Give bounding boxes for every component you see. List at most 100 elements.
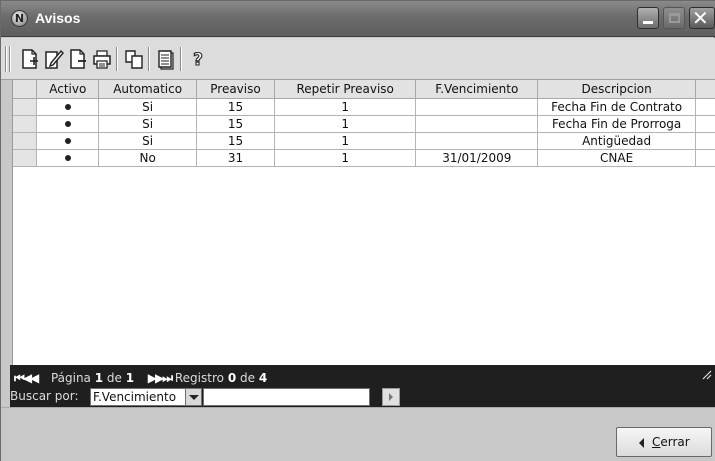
search-go-button[interactable]: [382, 388, 400, 406]
cell-repetir-preaviso[interactable]: 1: [274, 149, 417, 167]
search-field-value: F.Vencimiento: [93, 390, 177, 404]
avisos-window: N Avisos ✕ ? Activo Automatico Preaviso …: [0, 0, 715, 461]
column-header-automatico[interactable]: Automatico: [98, 80, 198, 99]
navigation-bar: ⏮◀◀ Página 1 de 1 ▶▶⏭ Registro 0 de 4 Bu…: [10, 365, 715, 407]
cell-f-vencimiento[interactable]: [415, 132, 539, 150]
edit-document-icon: [45, 49, 64, 69]
chevron-down-icon[interactable]: [185, 389, 201, 405]
cell-f-vencimiento[interactable]: 31/01/2009: [415, 149, 539, 167]
cell-descripcion[interactable]: CNAE: [537, 149, 697, 167]
active-dot-icon: [64, 121, 71, 127]
total-pages: 1: [125, 371, 135, 385]
list-button[interactable]: [155, 47, 177, 71]
column-header-f-vencimiento[interactable]: F.Vencimiento: [415, 80, 539, 99]
new-document-icon: [22, 49, 38, 69]
record-of-label: de: [240, 371, 255, 385]
cell-preaviso[interactable]: 15: [196, 98, 275, 116]
cerrar-label: Cerrar: [652, 435, 690, 449]
cell-activo[interactable]: [36, 115, 100, 133]
toolbar-separator: [148, 47, 150, 71]
table-row[interactable]: No 31 1 31/01/2009 CNAE: [13, 149, 715, 167]
search-input[interactable]: [203, 388, 370, 406]
current-page: 1: [94, 371, 104, 385]
cell-repetir-preaviso[interactable]: 1: [274, 98, 417, 116]
cell-descripcion[interactable]: Fecha Fin de Contrato: [537, 98, 697, 116]
pager-line: ⏮◀◀ Página 1 de 1 ▶▶⏭ Registro 0 de 4: [14, 371, 267, 386]
row-indicator[interactable]: [13, 149, 38, 167]
toolbar-grip[interactable]: [5, 46, 7, 72]
row-indicator-header: [13, 80, 38, 99]
minimize-button[interactable]: [637, 7, 659, 29]
print-icon: [93, 50, 111, 69]
cell-automatico[interactable]: No: [98, 149, 198, 167]
table-row[interactable]: Si 15 1 Antigüedad: [13, 132, 715, 150]
row-indicator[interactable]: [13, 98, 38, 116]
active-dot-icon: [64, 104, 71, 110]
cell-automatico[interactable]: Si: [98, 98, 198, 116]
print-button[interactable]: [91, 47, 113, 71]
row-indicator[interactable]: [13, 132, 38, 150]
previous-page-icon[interactable]: ◀◀: [23, 371, 40, 385]
search-field-select[interactable]: F.Vencimiento: [90, 388, 202, 406]
record-label: Registro: [174, 371, 224, 385]
row-indicator[interactable]: [13, 115, 38, 133]
copy-icon: [125, 50, 143, 69]
search-label: Buscar por:: [10, 389, 79, 403]
new-record-button[interactable]: [19, 47, 41, 71]
page-label: Página: [50, 371, 91, 385]
table-row[interactable]: Si 15 1 Fecha Fin de Contrato: [13, 98, 715, 116]
help-icon: ?: [193, 49, 204, 70]
cell-preaviso[interactable]: 15: [196, 132, 275, 150]
title-bar[interactable]: N Avisos ✕: [1, 1, 715, 37]
help-button[interactable]: ?: [187, 47, 209, 71]
delete-document-icon: [70, 49, 86, 69]
current-record: 0: [227, 371, 237, 385]
filler-cell: [695, 132, 715, 150]
resize-grip-icon[interactable]: [702, 370, 712, 380]
first-page-icon[interactable]: ⏮: [14, 371, 25, 385]
cell-descripcion[interactable]: Fecha Fin de Prorroga: [537, 115, 697, 133]
filler-cell: [695, 149, 715, 167]
cell-activo[interactable]: [36, 132, 100, 150]
maximize-icon: [669, 13, 680, 23]
cell-activo[interactable]: [36, 149, 100, 167]
cell-activo[interactable]: [36, 98, 100, 116]
total-records: 4: [258, 371, 268, 385]
avisos-table: Activo Automatico Preaviso Repetir Preav…: [13, 80, 715, 167]
copy-button[interactable]: [123, 47, 145, 71]
filler-cell: [695, 115, 715, 133]
column-header-descripcion[interactable]: Descripcion: [537, 80, 697, 99]
cell-preaviso[interactable]: 31: [196, 149, 275, 167]
next-page-icon[interactable]: ▶▶: [148, 371, 165, 385]
toolbar-separator: [116, 47, 118, 71]
cell-preaviso[interactable]: 15: [196, 115, 275, 133]
app-icon: N: [11, 10, 28, 27]
cell-automatico[interactable]: Si: [98, 115, 198, 133]
cell-automatico[interactable]: Si: [98, 132, 198, 150]
toolbar-separator: [180, 47, 182, 71]
column-header-preaviso[interactable]: Preaviso: [196, 80, 275, 99]
cell-repetir-preaviso[interactable]: 1: [274, 132, 417, 150]
toolbar-grip[interactable]: [9, 46, 11, 72]
window-title: Avisos: [35, 10, 81, 26]
table-header-row: Activo Automatico Preaviso Repetir Preav…: [13, 80, 715, 99]
minimize-icon: [643, 21, 653, 24]
close-button[interactable]: ✕: [689, 6, 715, 30]
last-page-icon[interactable]: ⏭: [162, 371, 173, 385]
column-header-filler: [695, 80, 715, 99]
cell-descripcion[interactable]: Antigüedad: [537, 132, 697, 150]
edit-record-button[interactable]: [43, 47, 65, 71]
close-icon: ✕: [692, 6, 709, 30]
cell-f-vencimiento[interactable]: [415, 115, 539, 133]
active-dot-icon: [64, 155, 71, 161]
cell-f-vencimiento[interactable]: [415, 98, 539, 116]
svg-text:?: ?: [193, 50, 203, 70]
cell-repetir-preaviso[interactable]: 1: [274, 115, 417, 133]
column-header-activo[interactable]: Activo: [36, 80, 100, 99]
filler-cell: [695, 98, 715, 116]
delete-record-button[interactable]: [67, 47, 89, 71]
maximize-button[interactable]: [663, 7, 685, 29]
table-row[interactable]: Si 15 1 Fecha Fin de Prorroga: [13, 115, 715, 133]
cerrar-button[interactable]: Cerrar: [616, 427, 712, 457]
column-header-repetir-preaviso[interactable]: Repetir Preaviso: [274, 80, 417, 99]
